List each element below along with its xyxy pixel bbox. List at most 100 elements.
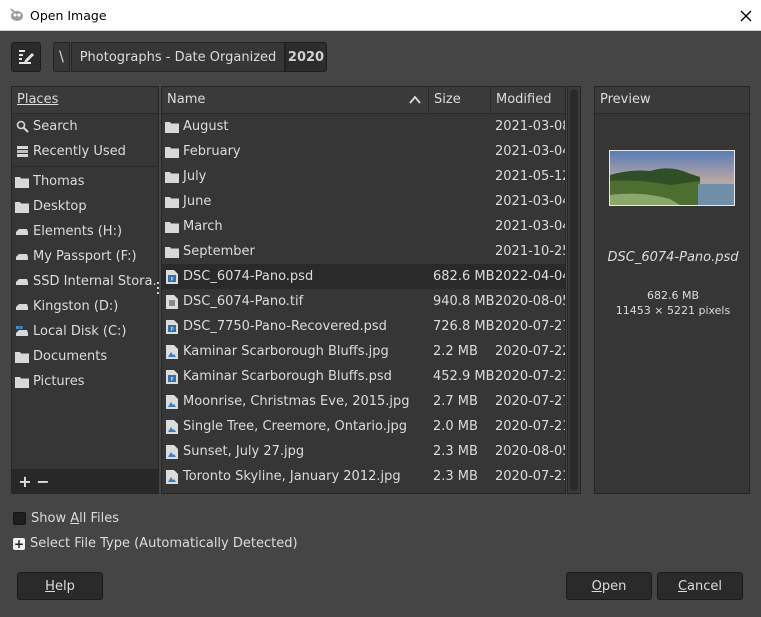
show-all-files-option[interactable]: Show All Files <box>13 511 119 526</box>
file-row[interactable]: Sunset, July 27.jpg 2.3 MB 2020-08-05 <box>162 439 565 464</box>
file-name: DSC_6074-Pano.psd <box>183 269 314 284</box>
places-footer: + − <box>12 469 158 493</box>
place-label: Local Disk (C:) <box>33 324 127 339</box>
file-name-cell: August <box>162 119 429 134</box>
preview-dimensions: 11453 × 5221 pixels <box>615 304 731 317</box>
place-item-search[interactable]: Search <box>12 114 158 139</box>
file-name-cell: September <box>162 244 429 259</box>
file-modified: 2020-07-23 <box>495 369 566 384</box>
file-name: September <box>183 244 255 259</box>
folder-icon <box>165 120 179 134</box>
file-modified: 2020-07-22 <box>495 344 566 359</box>
place-label: Thomas <box>33 174 85 189</box>
file-rows: August 2021-03-08 February 2021-03-04 July 20… <box>162 114 565 489</box>
file-name: DSC_7750-Pano-Recovered.psd <box>183 319 387 334</box>
gimp-app-icon <box>10 8 23 21</box>
file-name-cell: February <box>162 144 429 159</box>
file-row[interactable]: P DSC_6074-Pano.psd 682.6 MB 2022-04-04 <box>162 264 565 289</box>
title-bar: Open Image <box>0 0 761 31</box>
scrollbar-thumb[interactable] <box>570 89 578 491</box>
place-item-elements[interactable]: Elements (H:) <box>12 219 158 244</box>
path-current-label: 2020 <box>287 49 325 65</box>
file-name: DSC_6074-Pano.tif <box>183 294 304 309</box>
column-header-modified[interactable]: Modified <box>491 87 565 113</box>
file-name: March <box>183 219 223 234</box>
psd-file-icon: P <box>165 369 179 384</box>
drive-icon <box>15 300 29 314</box>
add-bookmark-button[interactable]: + <box>16 472 34 491</box>
open-button-label: Open <box>591 578 627 594</box>
place-item-documents[interactable]: Documents <box>12 344 158 369</box>
svg-text:P: P <box>170 377 173 383</box>
path-current-button[interactable]: 2020 <box>285 42 327 72</box>
expand-plus-icon: + <box>13 536 25 551</box>
file-name-cell: Single Tree, Creemore, Ontario.jpg <box>162 419 429 434</box>
file-row[interactable]: Toronto Skyline, January 2012.jpg 2.3 MB 2… <box>162 464 565 489</box>
file-name: Kaminar Scarborough Bluffs.jpg <box>183 344 389 359</box>
path-segment-label: Photographs - Date Organized <box>79 49 277 65</box>
drive-icon <box>15 225 29 239</box>
file-modified: 2020-07-21 <box>495 469 566 484</box>
place-item-my-passport[interactable]: My Passport (F:) <box>12 244 158 269</box>
file-list-scrollbar[interactable] <box>567 86 581 494</box>
column-header-name[interactable]: Name <box>162 87 429 113</box>
window-title: Open Image <box>30 8 107 23</box>
place-item-ssd-internal[interactable]: SSD Internal Stora... <box>12 269 158 294</box>
pane-resize-handle[interactable] <box>157 282 160 302</box>
path-segment-button[interactable]: Photographs - Date Organized <box>71 42 285 72</box>
file-name-cell: July <box>162 169 429 184</box>
place-item-pictures[interactable]: Pictures <box>12 369 158 394</box>
folder-icon <box>165 195 179 209</box>
file-modified: 2021-03-04 <box>495 144 566 159</box>
file-row[interactable]: P Kaminar Scarborough Bluffs.psd 452.9 MB 2… <box>162 364 565 389</box>
file-name: June <box>183 194 212 209</box>
image-file-icon <box>165 394 179 409</box>
remove-bookmark-button[interactable]: − <box>34 472 52 491</box>
file-size: 2.3 MB <box>433 444 478 459</box>
place-item-desktop[interactable]: Desktop <box>12 194 158 219</box>
folder-icon <box>165 145 179 159</box>
file-row[interactable]: September 2021-10-25 <box>162 239 565 264</box>
folder-icon <box>15 175 29 189</box>
close-icon <box>740 10 751 21</box>
file-row[interactable]: P DSC_7750-Pano-Recovered.psd 726.8 MB 2020… <box>162 314 565 339</box>
type-location-button[interactable] <box>11 42 41 72</box>
place-item-recently-used[interactable]: Recently Used <box>12 139 158 164</box>
file-row[interactable]: February 2021-03-04 <box>162 139 565 164</box>
cancel-button[interactable]: Cancel <box>657 572 743 600</box>
file-row[interactable]: Single Tree, Creemore, Ontario.jpg 2.0 MB… <box>162 414 565 439</box>
close-window-button[interactable] <box>730 0 761 31</box>
file-name: Moonrise, Christmas Eve, 2015.jpg <box>183 394 410 409</box>
column-header-size[interactable]: Size <box>429 87 491 113</box>
help-button[interactable]: Help <box>17 572 103 600</box>
file-row[interactable]: DSC_6074-Pano.tif 940.8 MB 2020-08-05 <box>162 289 565 314</box>
places-header[interactable]: Places <box>12 87 158 114</box>
show-all-files-checkbox[interactable] <box>13 512 26 525</box>
file-row[interactable]: June 2021-03-04 <box>162 189 565 214</box>
place-item-thomas[interactable]: Thomas <box>12 169 158 194</box>
psd-file-icon: P <box>165 319 179 334</box>
path-root-button[interactable]: \ <box>53 42 70 72</box>
file-row[interactable]: July 2021-05-12 <box>162 164 565 189</box>
panorama-thumbnail-image <box>610 151 734 205</box>
file-name-cell: Toronto Skyline, January 2012.jpg <box>162 469 429 484</box>
select-file-type-expander[interactable]: + Select File Type (Automatically Detect… <box>13 536 298 551</box>
place-item-kingston[interactable]: Kingston (D:) <box>12 294 158 319</box>
place-label: SSD Internal Stora... <box>33 274 158 289</box>
place-item-local-disk[interactable]: Local Disk (C:) <box>12 319 158 344</box>
file-list-header: Name Size Modified <box>162 87 565 114</box>
file-row[interactable]: Moonrise, Christmas Eve, 2015.jpg 2.7 MB 2… <box>162 389 565 414</box>
open-button[interactable]: Open <box>566 572 652 600</box>
file-modified: 2020-08-05 <box>495 444 566 459</box>
file-name-cell: March <box>162 219 429 234</box>
file-row[interactable]: August 2021-03-08 <box>162 114 565 139</box>
file-row[interactable]: March 2021-03-04 <box>162 214 565 239</box>
place-label: Documents <box>33 349 108 364</box>
file-modified: 2022-04-04 <box>495 269 566 284</box>
preview-thumbnail <box>609 150 735 206</box>
file-name-cell: P DSC_7750-Pano-Recovered.psd <box>162 319 429 334</box>
folder-icon <box>15 375 29 389</box>
recent-icon <box>15 145 29 159</box>
file-name-cell: Moonrise, Christmas Eve, 2015.jpg <box>162 394 429 409</box>
file-row[interactable]: Kaminar Scarborough Bluffs.jpg 2.2 MB 2020… <box>162 339 565 364</box>
